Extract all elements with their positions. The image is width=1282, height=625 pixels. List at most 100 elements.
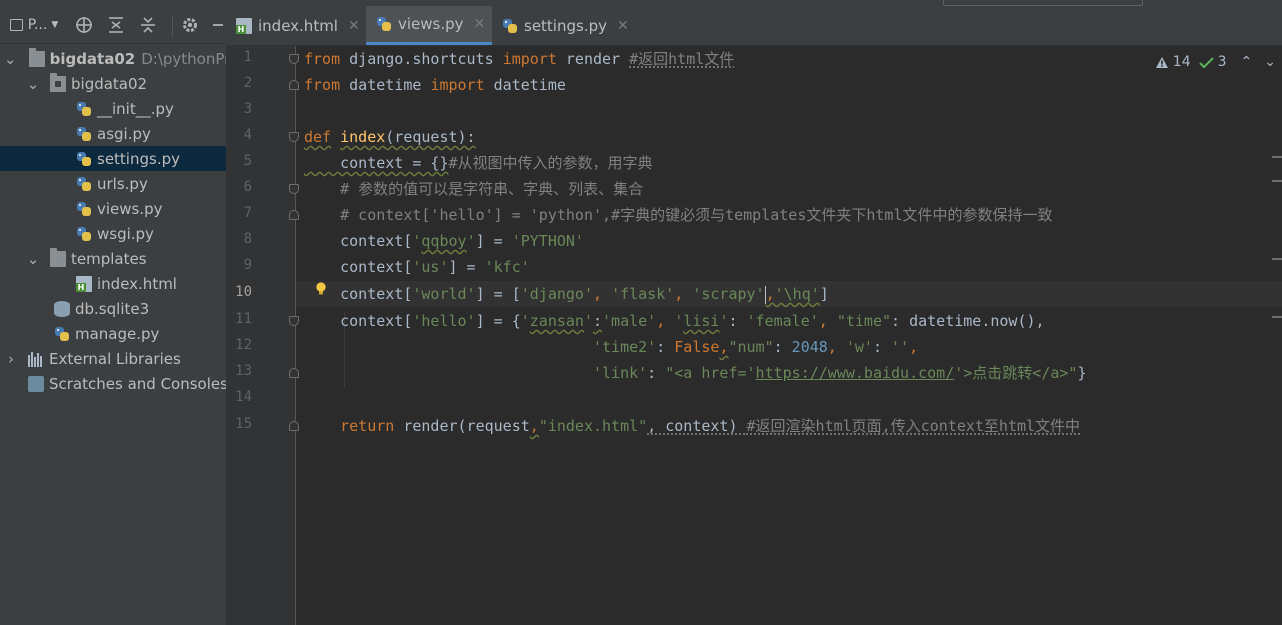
error-stripe-mark[interactable] [1272, 316, 1282, 318]
package-folder-icon [50, 72, 66, 92]
tree-item-file[interactable]: urls.py [0, 171, 226, 196]
tree-item-file[interactable]: db.sqlite3 [0, 296, 226, 321]
chevron-down-icon[interactable]: ⌄ [1264, 54, 1276, 70]
code-line-11: context['hello'] = {'zansan':'male', 'li… [304, 308, 1044, 334]
expand-all-icon[interactable] [106, 15, 126, 35]
code-string: ' [674, 312, 684, 330]
error-stripe-mark[interactable] [1272, 156, 1282, 158]
code-line-2: from datetime import datetime [304, 72, 566, 98]
tree-item-file[interactable]: asgi.py [0, 121, 226, 146]
close-icon[interactable]: ✕ [474, 16, 486, 32]
tree-item-folder[interactable]: ⌄ templates [0, 246, 226, 271]
code-token: , context) [647, 417, 747, 435]
code-token: import [430, 76, 485, 94]
tree-item-file[interactable]: H index.html [0, 271, 226, 296]
tree-item-scratches[interactable]: Scratches and Consoles [0, 371, 228, 396]
code-string: 'w' [845, 338, 873, 356]
collapse-all-icon[interactable] [138, 15, 158, 35]
tree-item-file[interactable]: manage.py [0, 321, 226, 346]
locate-target-icon[interactable] [74, 15, 94, 35]
line-number: 1 [243, 49, 252, 65]
chevron-right-icon[interactable]: › [4, 350, 18, 368]
tree-item-file[interactable]: wsgi.py [0, 221, 226, 246]
tree-item-file[interactable]: views.py [0, 196, 226, 221]
code-token: , [593, 285, 612, 303]
fold-marker-icon[interactable] [289, 210, 299, 220]
tab-label: views.py [398, 15, 464, 33]
code-number: 2048 [791, 338, 828, 356]
fold-marker-icon[interactable] [289, 132, 299, 142]
close-icon[interactable]: ✕ [617, 18, 629, 34]
code-line-8: context['qqboy'] = 'PYTHON' [304, 228, 584, 254]
code-token: django.shortcuts [340, 50, 503, 68]
code-token: import [502, 50, 557, 68]
code-line-5: context = {}#从视图中传入的参数，用字典 [304, 150, 652, 176]
code-token: , [529, 417, 539, 435]
code-string: 'male' [602, 312, 657, 330]
tree-item-file[interactable]: __init__.py [0, 96, 226, 121]
line-number: 13 [235, 363, 252, 379]
tree-item-package[interactable]: ⌄ bigdata02 [0, 71, 226, 96]
code-line-9: context['us'] = 'kfc' [304, 254, 530, 280]
chevron-down-icon[interactable]: ⌄ [26, 75, 40, 93]
code-token: , [674, 285, 693, 303]
line-number: 5 [243, 153, 252, 169]
fold-marker-icon[interactable] [289, 80, 299, 90]
tree-item-label: db.sqlite3 [75, 299, 150, 318]
project-view-selector[interactable]: P... ▼ [6, 15, 62, 35]
tree-item-file-selected[interactable]: settings.py [0, 146, 226, 171]
code-token: , [909, 338, 919, 356]
code-string: '\hq' [774, 285, 820, 303]
folder-icon [50, 247, 66, 267]
python-file-icon [76, 101, 92, 117]
close-icon[interactable]: ✕ [348, 18, 360, 34]
fold-marker-icon[interactable] [289, 421, 299, 431]
database-file-icon [54, 300, 70, 317]
code-token: render [556, 50, 630, 68]
code-comment: #返回渲染html页面,传入context至html文件中 [746, 417, 1081, 435]
tab-views-py[interactable]: views.py ✕ [366, 6, 492, 45]
code-string: '' [891, 338, 910, 356]
tree-item-external-libraries[interactable]: › External Libraries [0, 346, 226, 371]
tab-label: settings.py [524, 16, 607, 35]
hide-icon[interactable] [210, 15, 224, 35]
line-number: 7 [243, 205, 252, 221]
line-number: 4 [243, 127, 252, 143]
code-editor[interactable]: 1 2 3 4 5 6 7 8 9 10 11 12 13 14 15 from… [226, 46, 1282, 625]
code-string: "time" [836, 312, 892, 330]
error-stripe-mark[interactable] [1272, 258, 1282, 260]
code-string: 'female' [746, 312, 819, 330]
tab-index-html[interactable]: H index.html ✕ [226, 6, 366, 45]
python-file-icon [76, 126, 92, 142]
code-token: ] = [475, 232, 512, 250]
chevron-down-icon[interactable]: ⌄ [26, 250, 40, 268]
gear-icon[interactable] [180, 15, 200, 35]
code-string: zansan [529, 312, 584, 330]
chevron-down-icon[interactable]: ⌄ [4, 50, 17, 68]
warnings-count[interactable]: 14 [1155, 54, 1191, 70]
tree-item-project-root[interactable]: ⌄ bigdata02 D:\pythonPro [0, 46, 239, 71]
tab-settings-py[interactable]: settings.py ✕ [492, 6, 636, 45]
code-comment: # context['hello'] = 'python',#字典的键必须与te… [304, 206, 1053, 224]
fold-marker-icon[interactable] [289, 54, 299, 64]
code-token: (request): [385, 128, 476, 146]
code-line-10: context['world'] = ['django', 'flask', '… [304, 281, 829, 307]
code-string: 'flask' [611, 285, 675, 303]
fold-marker-icon[interactable] [289, 316, 299, 326]
inspections-widget[interactable]: 14 3 ⌃ ⌄ [1155, 52, 1276, 72]
code-token: : [728, 312, 747, 330]
weak-warnings-count[interactable]: 3 [1198, 54, 1227, 70]
code-token: from [304, 50, 341, 68]
tree-item-label: __init__.py [97, 99, 174, 118]
error-stripe-mark[interactable] [1272, 180, 1282, 182]
code-url-link[interactable]: https://www.baidu.com/ [756, 364, 955, 382]
code-token: : [647, 364, 666, 382]
fold-marker-icon[interactable] [289, 184, 299, 194]
code-token: , [827, 338, 846, 356]
code-string: qqboy [421, 232, 467, 250]
fold-marker-icon[interactable] [289, 368, 299, 378]
line-number: 6 [243, 179, 252, 195]
chevron-up-icon[interactable]: ⌃ [1241, 54, 1253, 70]
